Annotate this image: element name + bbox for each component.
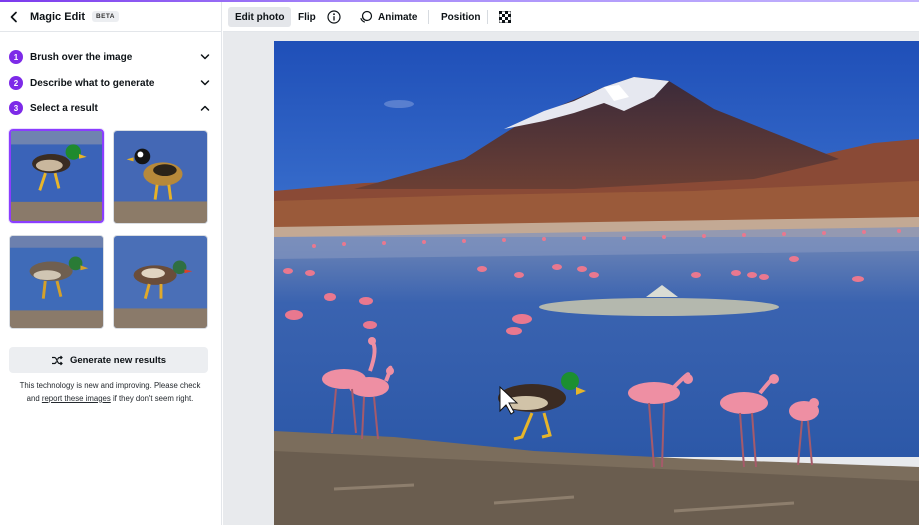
editor-toolbar: Edit photo Flip Animate Position (223, 2, 919, 32)
note-line-1: This technology is new and improving. Pl… (19, 381, 201, 390)
animate-button[interactable]: Animate (359, 7, 417, 27)
step-number: 2 (9, 76, 23, 90)
shuffle-icon (51, 355, 63, 365)
transparency-icon (499, 11, 511, 23)
panel-title: Magic Edit (30, 10, 86, 23)
transparency-button[interactable] (499, 7, 511, 27)
step-label: Select a result (30, 102, 98, 114)
info-button[interactable] (327, 7, 341, 27)
note-pre: and (26, 393, 40, 403)
magic-edit-panel: Magic Edit BETA 1 Brush over the image 2… (0, 2, 222, 525)
edit-photo-button[interactable]: Edit photo (228, 7, 292, 27)
animate-icon (360, 10, 373, 23)
step-select-result[interactable]: 3 Select a result (9, 99, 211, 117)
duck-result-image (114, 131, 207, 223)
position-button[interactable]: Position (441, 7, 480, 27)
result-thumbnail-2[interactable] (113, 130, 208, 224)
edited-photo[interactable] (274, 41, 919, 525)
result-thumbnail-1[interactable] (9, 129, 104, 223)
flip-button[interactable]: Flip (298, 7, 316, 27)
chevron-left-icon (10, 11, 17, 22)
animate-label: Animate (378, 11, 418, 23)
info-icon (327, 10, 341, 24)
panel-header: Magic Edit BETA (0, 2, 222, 32)
duck-result-image (114, 236, 207, 328)
chevron-up-icon (200, 105, 210, 111)
result-thumbnail-3[interactable] (9, 235, 104, 329)
lagoon-flamingos-photo (274, 41, 919, 525)
step-number: 3 (9, 101, 23, 115)
duck-result-image (11, 131, 102, 221)
result-thumbnail-4[interactable] (113, 235, 208, 329)
disclaimer-note: This technology is new and improving. Pl… (9, 380, 211, 405)
report-images-link[interactable]: report these images (42, 394, 111, 403)
step-describe[interactable]: 2 Describe what to generate (9, 74, 211, 92)
step-number: 1 (9, 50, 23, 64)
back-button[interactable] (3, 6, 25, 28)
flip-label: Flip (298, 11, 316, 23)
toolbar-divider (428, 10, 429, 24)
chevron-down-icon (200, 54, 210, 60)
step-label: Describe what to generate (30, 77, 155, 89)
edit-photo-label: Edit photo (235, 11, 285, 23)
position-label: Position (441, 11, 481, 23)
generate-button-label: Generate new results (69, 354, 167, 366)
chevron-down-icon (200, 80, 210, 86)
generate-new-results-button[interactable]: Generate new results (9, 347, 208, 373)
step-label: Brush over the image (30, 51, 133, 63)
toolbar-divider (487, 10, 488, 24)
note-post: if they don't seem right. (112, 393, 194, 403)
beta-badge: BETA (92, 11, 119, 22)
step-brush[interactable]: 1 Brush over the image (9, 48, 211, 66)
duck-result-image (10, 236, 103, 328)
